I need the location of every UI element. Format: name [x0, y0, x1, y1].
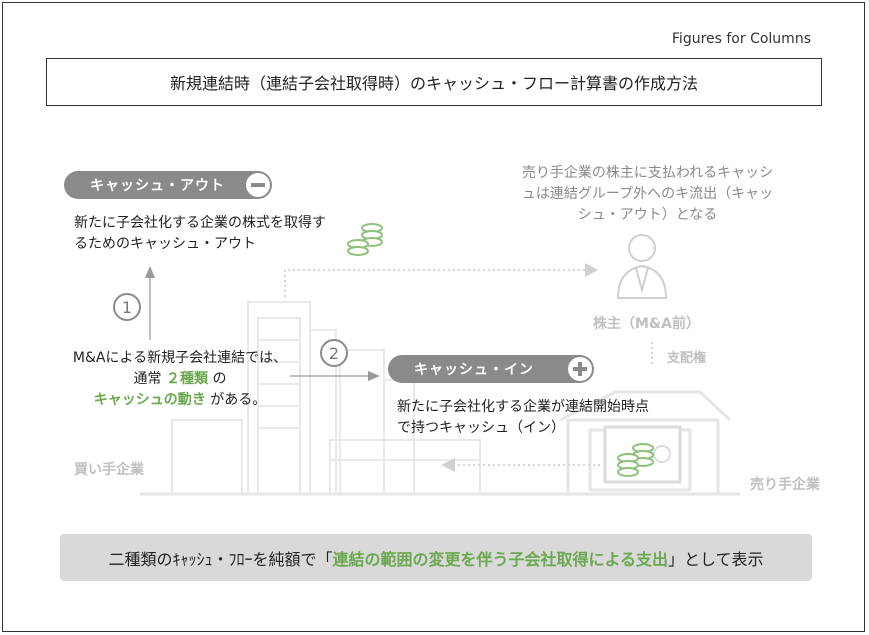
summary-suffix: 」として表示: [668, 549, 764, 569]
summary-prefix: 二種類のｷｬｯｼｭ・ﾌﾛｰを純額で「: [108, 549, 333, 569]
cash-in-badge: キャッシュ・イン: [388, 355, 594, 383]
ma-text-part3: がある。: [210, 392, 267, 408]
summary-box: 二種類のｷｬｯｼｭ・ﾌﾛｰを純額で「 連結の範囲の変更を伴う子会社取得による支出」…: [60, 534, 812, 581]
dotted-arrow-to-shareholder: [284, 269, 588, 297]
ma-text-part2: の: [212, 371, 227, 387]
step-1-marker: 1: [113, 293, 141, 321]
ma-highlight-cash-movement: キャッシュの動き: [93, 392, 206, 408]
minus-icon: [246, 173, 270, 197]
plus-icon: [568, 357, 592, 381]
coin-stack-icon: [347, 223, 383, 256]
cash-out-badge: キャッシュ・アウト: [64, 171, 272, 199]
shareholder-label: 株主（M&A前）: [593, 316, 700, 332]
cash-out-label: キャッシュ・アウト: [90, 178, 225, 194]
shareholder-person-icon: [616, 234, 668, 299]
cash-out-description: 新たに子会社化する企業の株式を取得するためのキャッシュ・アウト: [74, 215, 326, 252]
summary-highlight: 連結の範囲の変更を伴う子会社取得による支出: [332, 549, 668, 569]
seller-company-label: 売り手企業: [750, 477, 820, 493]
cash-in-label: キャッシュ・イン: [414, 362, 534, 378]
buyer-company-label: 買い手企業: [74, 462, 144, 478]
ma-explanation: M&Aによる新規子会社連結では、通常 ２種類 の キャッシュの動き がある。: [70, 348, 290, 411]
seller-shareholder-note: 売り手企業の株主に支払われるキャッシュは連結グループ外へのキ流出（キャッシュ・ア…: [521, 165, 774, 223]
control-label: 支配権: [667, 351, 707, 366]
ma-highlight-two-types: ２種類: [166, 371, 208, 387]
cash-in-description: 新たに子会社化する企業が連結開始時点で持つキャッシュ（イン）: [397, 399, 649, 436]
step-2-marker: 2: [320, 339, 348, 367]
